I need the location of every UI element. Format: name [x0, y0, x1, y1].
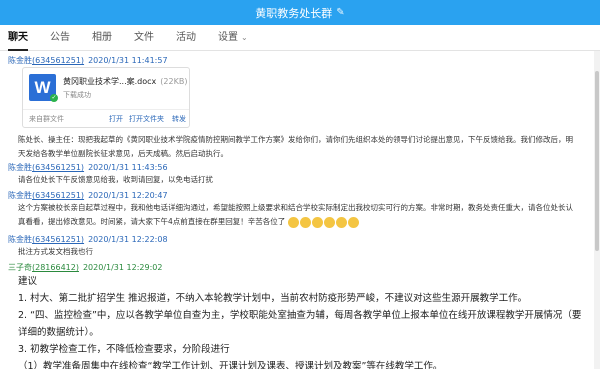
message-text: 真看看，提出修改意见。时间紧，请大家下午4点前直接在群里回复！辛苦各位了 [18, 217, 286, 226]
tab-announcement[interactable]: 公告 [50, 25, 70, 51]
title-bar: 黄职教务处长群 ✎ [0, 0, 600, 25]
reply-line: 3. 初教学检查工作，不降低检查要求，分阶段进行 [18, 344, 230, 355]
message: 陈金胜(634561251) 2020/1/31 12:22:08 批注方式发文档… [8, 234, 594, 259]
reply-line: 详细的数据统计）。 [18, 327, 99, 338]
file-card[interactable]: W ✓ 黄冈职业技术学...案.docx (22KB) 下载成功 来自群文件 打开… [22, 67, 190, 128]
emoji-icon [347, 216, 359, 228]
message-body: 这个方案被校长亲自起草过程中，我和他电话详细沟通过，希望能按照上级要求和结合学校… [18, 203, 573, 212]
message-body: 请各位处长下午反馈意见给我，收到请回复，以免电话打扰 [18, 175, 213, 184]
message-header: 陈金胜(634561251) 2020/1/31 11:43:56 [8, 162, 594, 173]
message: 陈金胜(634561251) 2020/1/31 11:43:56 请各位处长下午… [8, 162, 594, 187]
open-folder-link[interactable]: 打开文件夹 [129, 114, 164, 124]
open-file-link[interactable]: 打开 [109, 114, 123, 124]
edit-pencil-icon[interactable]: ✎ [336, 7, 344, 18]
file-status: 下载成功 [63, 91, 91, 99]
message-time: 2020/1/31 12:22:08 [88, 235, 168, 244]
file-source: 来自群文件 [29, 115, 64, 123]
sender-qq[interactable]: (28166412) [32, 263, 79, 272]
sender-qq[interactable]: (634561251) [32, 163, 84, 172]
tab-settings-label: 设置 [218, 31, 238, 43]
tab-chat[interactable]: 聊天 [8, 25, 28, 51]
chevron-down-icon: ⌄ [241, 32, 248, 42]
message-time: 2020/1/31 11:41:57 [88, 56, 168, 65]
message-body: 批注方式发文档我也行 [18, 247, 93, 256]
message-text: 陈处长、操主任：现把我起草的《黄冈职业技术学院疫情防控期间教学工作方案》发给你们… [8, 133, 594, 161]
forward-link[interactable]: 转发 [172, 114, 186, 124]
tab-files[interactable]: 文件 [134, 25, 154, 51]
scrollbar[interactable] [594, 51, 600, 369]
sender-qq[interactable]: (634561251) [32, 235, 84, 244]
check-icon: ✓ [50, 94, 58, 102]
file-divider [23, 109, 189, 110]
tab-bar: 聊天 公告 相册 文件 活动 设置 ⌄ [0, 25, 600, 51]
message-header: 陈金胜(634561251) 2020/1/31 12:20:47 [8, 190, 594, 201]
tab-activity[interactable]: 活动 [176, 25, 196, 51]
message: 陈金胜(634561251) 2020/1/31 12:20:47 这个方案被校长… [8, 190, 594, 229]
reply-line: 1. 村大、第二批扩招学生 推迟报道，不纳入本轮教学计划中，当前农村防疫形势严峻… [18, 293, 528, 304]
sender-name: 陈金胜 [8, 235, 32, 244]
window-title: 黄职教务处长群 [255, 6, 333, 20]
message-time: 2020/1/31 12:29:02 [82, 263, 163, 272]
file-name: 黄冈职业技术学...案.docx (22KB) [63, 76, 187, 87]
message-body-line: 真看看，提出修改意见。时间紧，请大家下午4点前直接在群里回复！辛苦各位了 [18, 215, 594, 229]
sender-name: 陈金胜 [8, 163, 32, 172]
message-header: 陈金胜(634561251) 2020/1/31 12:22:08 [8, 234, 594, 245]
tab-album[interactable]: 相册 [92, 25, 112, 51]
message-body: 天发给各教学单位副院长征求意见，后天成稿。然后启动执行。 [18, 149, 228, 158]
chat-area: 陈金胜(634561251) 2020/1/31 11:41:57 W ✓ 黄冈职… [0, 51, 600, 369]
message: 三子奇(28166412) 2020/1/31 12:29:02 建议 1. 村大… [8, 262, 594, 369]
reply-line: 2. “四、监控检查”中，应以各教学单位自查为主，学校职能处室抽查为辅，每周各教… [18, 310, 582, 321]
file-size: (22KB) [160, 77, 188, 86]
emoji-icon [335, 216, 347, 228]
emoji-icon [311, 216, 323, 228]
emoji-icon [323, 216, 335, 228]
sender-qq[interactable]: (634561251) [32, 56, 84, 65]
message-time: 2020/1/31 12:20:47 [88, 191, 168, 200]
message-header: 三子奇(28166412) 2020/1/31 12:29:02 [8, 262, 594, 273]
message-file: 陈金胜(634561251) 2020/1/31 11:41:57 W ✓ 黄冈职… [8, 55, 594, 133]
file-name-text: 黄冈职业技术学...案.docx [63, 77, 157, 86]
tab-settings[interactable]: 设置 ⌄ [218, 25, 248, 51]
emoji-icon [299, 216, 311, 228]
emoji-icon [287, 216, 299, 228]
reply-line: 建议 [18, 276, 38, 287]
sender-qq[interactable]: (634561251) [32, 191, 84, 200]
message-header: 陈金胜(634561251) 2020/1/31 11:41:57 [8, 55, 594, 66]
scrollbar-thumb[interactable] [595, 71, 599, 251]
sender-name: 陈金胜 [8, 191, 32, 200]
message-time: 2020/1/31 11:43:56 [88, 163, 168, 172]
sender-name: 三子奇 [8, 263, 32, 272]
sender-name: 陈金胜 [8, 56, 32, 65]
reply-line: （1）教学准备周集中在线检查“教学工作计划、开课计划及课表、授课计划及教案”等在… [18, 361, 443, 369]
message-body: 陈处长、操主任：现把我起草的《黄冈职业技术学院疫情防控期间教学工作方案》发给你们… [18, 135, 573, 144]
